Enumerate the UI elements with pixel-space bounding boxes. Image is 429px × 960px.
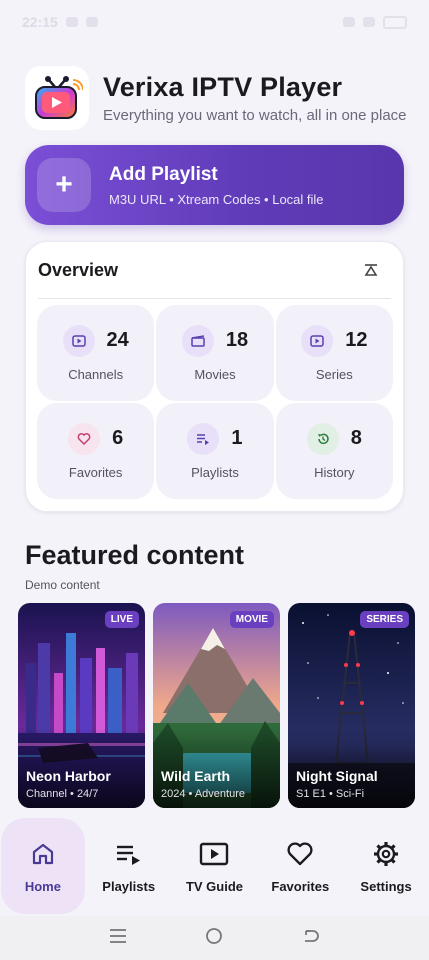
heart-icon <box>285 839 315 869</box>
plus-icon: + <box>37 158 91 212</box>
history-icon <box>306 422 339 455</box>
featured-card[interactable]: LIVE Neon Harbor Channel • 24/7 <box>18 603 145 808</box>
overview-title: Overview <box>38 259 119 280</box>
stat-value: 12 <box>345 329 368 351</box>
stat-history[interactable]: 8 History <box>275 403 393 499</box>
play-box-icon <box>62 324 95 357</box>
stats-grid: 24 Channels 18 Movies 12 Series 6 Favori… <box>37 305 393 499</box>
card-meta: S1 E1 • Sci-Fi <box>296 788 365 800</box>
playlist-icon <box>187 422 220 455</box>
nav-playlists[interactable]: Playlists <box>87 818 171 914</box>
playlist-icon <box>114 839 144 869</box>
heart-icon <box>68 422 101 455</box>
stat-playlists[interactable]: 1 Playlists <box>156 403 274 499</box>
collapse-icon[interactable] <box>361 260 381 280</box>
nav-label: Favorites <box>271 878 330 894</box>
recent-apps-icon[interactable] <box>109 928 127 949</box>
stat-value: 6 <box>112 427 124 449</box>
stat-channels[interactable]: 24 Channels <box>37 305 155 401</box>
card-meta: Channel • 24/7 <box>26 788 99 800</box>
live-badge: LIVE <box>104 611 139 628</box>
divider <box>38 298 391 299</box>
stat-label: Playlists <box>191 464 239 480</box>
tv-guide-icon <box>199 839 229 869</box>
card-title: Wild Earth <box>161 768 231 784</box>
nav-favorites[interactable]: Favorites <box>258 818 342 914</box>
card-meta: 2024 • Adventure <box>161 788 245 800</box>
series-badge: SERIES <box>360 611 409 628</box>
featured-title: Featured content <box>25 540 245 570</box>
system-navigation <box>0 916 429 960</box>
nav-tv-guide[interactable]: TV Guide <box>172 818 256 914</box>
clapper-icon <box>181 324 214 357</box>
add-playlist-button[interactable]: + Add Playlist M3U URL • Xtream Codes • … <box>25 145 404 225</box>
home-icon <box>28 839 58 869</box>
stat-value: 24 <box>106 329 129 351</box>
featured-card[interactable]: MOVIE Wild Earth 2024 • Adventure <box>153 603 280 808</box>
card-title: Night Signal <box>296 768 378 784</box>
nav-label: TV Guide <box>185 878 244 894</box>
stat-label: Channels <box>68 366 124 382</box>
nav-label: Settings <box>360 878 412 894</box>
featured-card[interactable]: SERIES Night Signal S1 E1 • Sci-Fi <box>288 603 415 808</box>
stat-label: Series <box>315 366 353 382</box>
stat-label: History <box>314 464 355 480</box>
stat-value: 8 <box>350 427 362 449</box>
nav-label: Home <box>24 878 61 894</box>
notification-icon <box>85 17 98 27</box>
stat-value: 1 <box>231 427 243 449</box>
app-title: Verixa IPTV Player <box>103 72 343 102</box>
app-header: Verixa IPTV Player Everything you want t… <box>25 66 409 130</box>
nav-home[interactable]: Home <box>0 818 85 914</box>
gear-icon <box>371 839 401 869</box>
battery-icon <box>383 15 407 29</box>
home-circle-icon[interactable] <box>205 927 223 950</box>
wifi-icon <box>363 17 375 27</box>
stat-favorites[interactable]: 6 Favorites <box>37 403 155 499</box>
stat-label: Favorites <box>68 464 123 480</box>
nav-label: Playlists <box>102 878 156 894</box>
app-logo <box>25 66 89 130</box>
add-playlist-subtitle: M3U URL • Xtream Codes • Local file <box>109 191 324 207</box>
stat-value: 18 <box>225 329 249 351</box>
featured-subtitle: Demo content <box>25 578 100 592</box>
featured-cards: LIVE Neon Harbor Channel • 24/7 MOVIE Wi… <box>18 603 415 808</box>
add-playlist-title: Add Playlist <box>109 163 218 185</box>
notification-icon <box>65 17 78 27</box>
stat-label: Movies <box>194 366 236 382</box>
status-bar: 22:15 <box>0 0 429 44</box>
stat-movies[interactable]: 18 Movies <box>156 305 274 401</box>
stat-series[interactable]: 12 Series <box>275 305 393 401</box>
overview-card: Overview 24 Channels 18 Movies 12 Series… <box>25 241 404 512</box>
status-time: 22:15 <box>22 14 58 30</box>
bottom-navigation: Home Playlists TV Guide Favorites Settin… <box>0 818 429 916</box>
card-title: Neon Harbor <box>26 768 111 784</box>
back-icon[interactable] <box>302 928 320 949</box>
movie-badge: MOVIE <box>229 611 274 628</box>
signal-icon <box>343 17 355 27</box>
nav-settings[interactable]: Settings <box>344 818 428 914</box>
app-subtitle: Everything you want to watch, all in one… <box>103 107 407 124</box>
play-box-icon <box>301 324 334 357</box>
